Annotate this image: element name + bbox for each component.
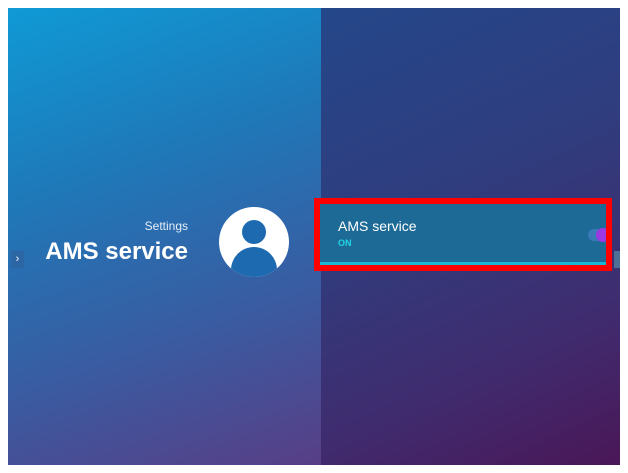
breadcrumb: Settings <box>144 219 188 233</box>
chevron-right-icon[interactable]: › <box>11 251 24 268</box>
user-avatar-icon <box>219 207 289 277</box>
page-title: AMS service <box>45 238 188 265</box>
right-scroll-indicator <box>614 251 620 268</box>
highlight-box <box>314 198 612 271</box>
left-pane: Settings AMS service › <box>8 8 321 465</box>
